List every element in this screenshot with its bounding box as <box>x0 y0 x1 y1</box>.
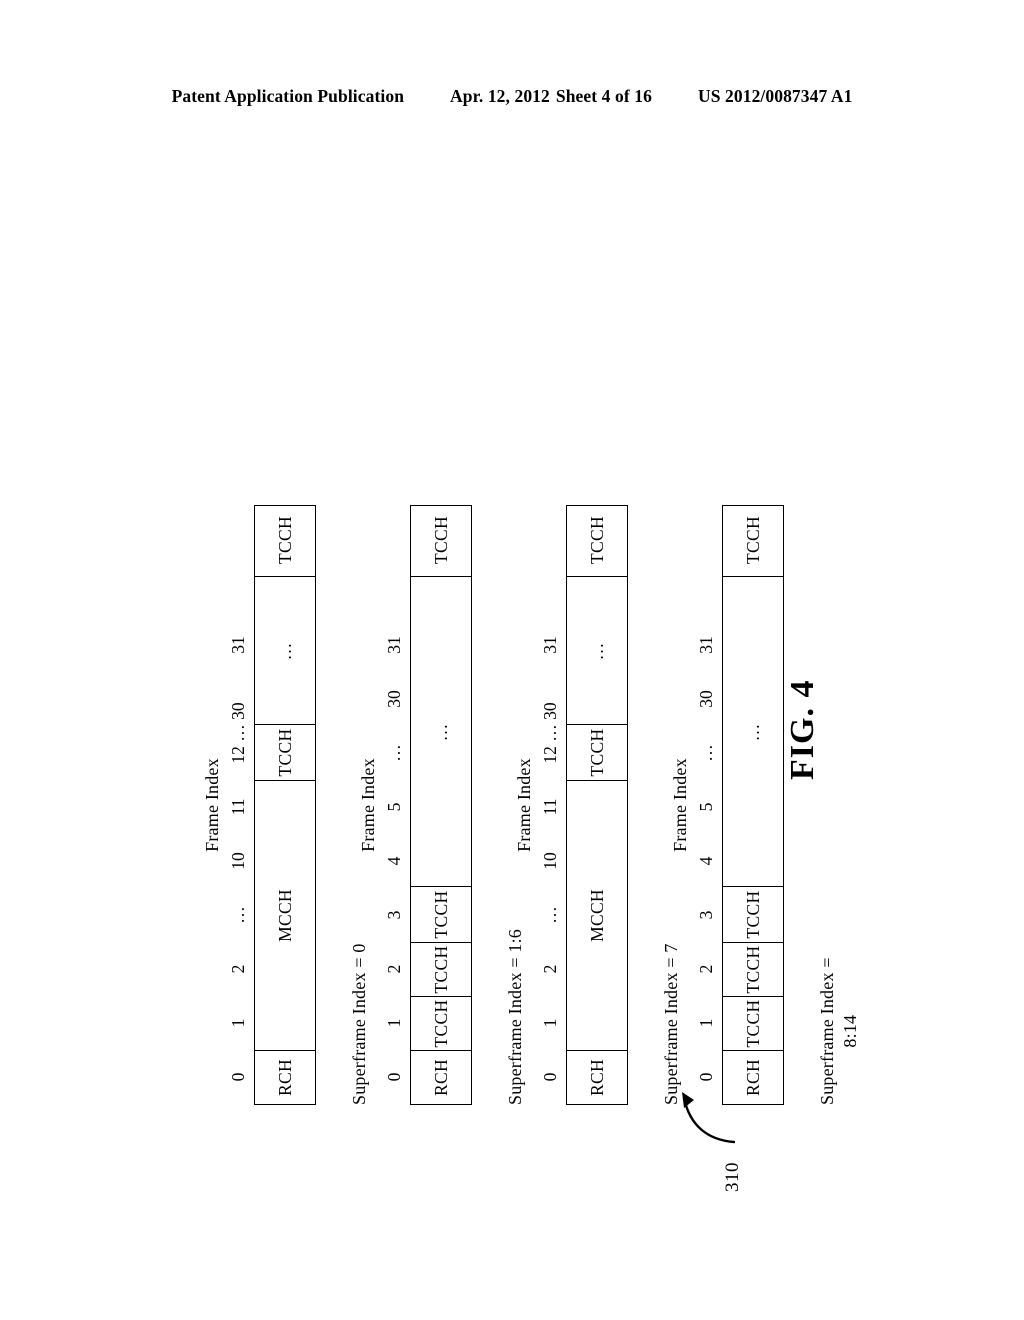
superframe-index-caption-text: Superframe Index = 8:14 <box>817 957 860 1105</box>
frame-index-tick: 1 <box>384 1018 404 1028</box>
superframe-cell: TCCH <box>723 996 783 1050</box>
superframe-cell: … <box>255 576 315 724</box>
frame-index-tick: … <box>228 906 248 924</box>
superframe-cell: TCCH <box>411 886 471 942</box>
figure-area: 310 Frame Index 0 1 2… 10 11 12 … 30 31 RCH MCCH T… <box>0 0 1024 1320</box>
superframe-cell: RCH <box>411 1050 471 1104</box>
superframe-cell: … <box>411 576 471 886</box>
superframe-cell: TCCH <box>430 516 451 564</box>
frame-index-tick: 11 <box>540 798 560 816</box>
reference-numeral-310: 310 <box>722 1162 743 1192</box>
frame-index-tick: 1 <box>540 1018 560 1028</box>
frame-index-tick-row: 0 1 2 3 4 5 … 30 31 <box>696 505 718 1105</box>
superframe-cell: … <box>567 576 627 724</box>
frame-index-tick: 0 <box>696 1072 716 1082</box>
superframe-cell: MCCH <box>567 780 627 1050</box>
frame-index-tick: … <box>384 744 404 762</box>
frame-index-tick: 2 <box>384 964 404 974</box>
superframe-cell-row: RCH MCCH TCCH… TCCH <box>254 505 316 1105</box>
frame-index-tick: 1 <box>228 1018 248 1028</box>
superframe-cell-row: RCH TCCH TCCH TCCH… TCCH <box>410 505 472 1105</box>
superframe-cell: TCCH <box>411 942 471 996</box>
frame-index-tick: 12 … 30 <box>228 702 248 764</box>
frame-index-tick: 0 <box>384 1072 404 1082</box>
frame-index-tick: 2 <box>696 964 716 974</box>
frame-index-tick: 5 <box>384 802 404 812</box>
frame-index-tick: … <box>540 906 560 924</box>
superframe-cell: TCCH <box>567 724 627 780</box>
superframe-cell: TCCH <box>723 942 783 996</box>
frame-index-tick-row: 0 1 2 3 4 5 … 30 31 <box>384 505 406 1105</box>
frame-index-tick-row: 0 1 2 … 10 11 12 … 30 31 <box>540 505 562 1105</box>
superframe-cell: TCCH <box>255 724 315 780</box>
superframe-cell: TCCH <box>586 516 607 564</box>
frame-index-tick: 2 <box>540 964 560 974</box>
superframe-cell: … <box>723 576 783 886</box>
frame-index-tick: 4 <box>696 856 716 866</box>
frame-index-tick: 3 <box>384 910 404 920</box>
frame-index-tick: 2 <box>228 964 248 974</box>
frame-index-tick: 12 … 30 <box>540 702 560 764</box>
frame-index-tick: 31 <box>384 636 404 654</box>
frame-index-label: Frame Index <box>670 758 690 852</box>
frame-index-tick: 5 <box>696 802 716 812</box>
frame-index-tick: 31 <box>696 636 716 654</box>
frame-index-tick: 0 <box>540 1072 560 1082</box>
figure-label: FIG. 4 <box>784 679 821 780</box>
frame-index-tick: 31 <box>228 636 248 654</box>
superframe-cell: TCCH <box>274 516 295 564</box>
superframe-cell: RCH <box>567 1050 627 1104</box>
frame-index-tick: 0 <box>228 1072 248 1082</box>
superframe-cell: MCCH <box>255 780 315 1050</box>
superframe-cell: TCCH <box>742 516 763 564</box>
superframe-cell-row: RCH TCCH TCCH TCCH… TCCH <box>722 505 784 1105</box>
frame-index-label: Frame Index <box>202 758 222 852</box>
frame-index-tick: 30 <box>384 690 404 708</box>
frame-index-label: Frame Index <box>514 758 534 852</box>
superframe-cell-row: RCH MCCH TCCH… TCCH <box>566 505 628 1105</box>
superframe-cell: RCH <box>723 1050 783 1104</box>
frame-index-tick: 3 <box>696 910 716 920</box>
frame-index-tick: 10 <box>540 852 560 870</box>
superframe-cell: TCCH <box>723 886 783 942</box>
frame-index-tick: 11 <box>228 798 248 816</box>
frame-index-tick-row: 0 1 2 … 10 11 12 … 30 31 <box>228 505 250 1105</box>
frame-index-tick: 10 <box>228 852 248 870</box>
superframe-index-caption: Superframe Index = 8:14 <box>816 505 861 1105</box>
figure-artwork: 310 Frame Index 0 1 2… 10 11 12 … 30 31 RCH MCCH T… <box>162 200 862 1200</box>
frame-index-label: Frame Index <box>358 758 378 852</box>
frame-index-tick: 30 <box>696 690 716 708</box>
frame-index-tick: 4 <box>384 856 404 866</box>
frame-index-tick: 1 <box>696 1018 716 1028</box>
frame-index-tick: 31 <box>540 636 560 654</box>
superframe-cell: RCH <box>255 1050 315 1104</box>
superframe-cell: TCCH <box>411 996 471 1050</box>
frame-index-tick: … <box>696 744 716 762</box>
